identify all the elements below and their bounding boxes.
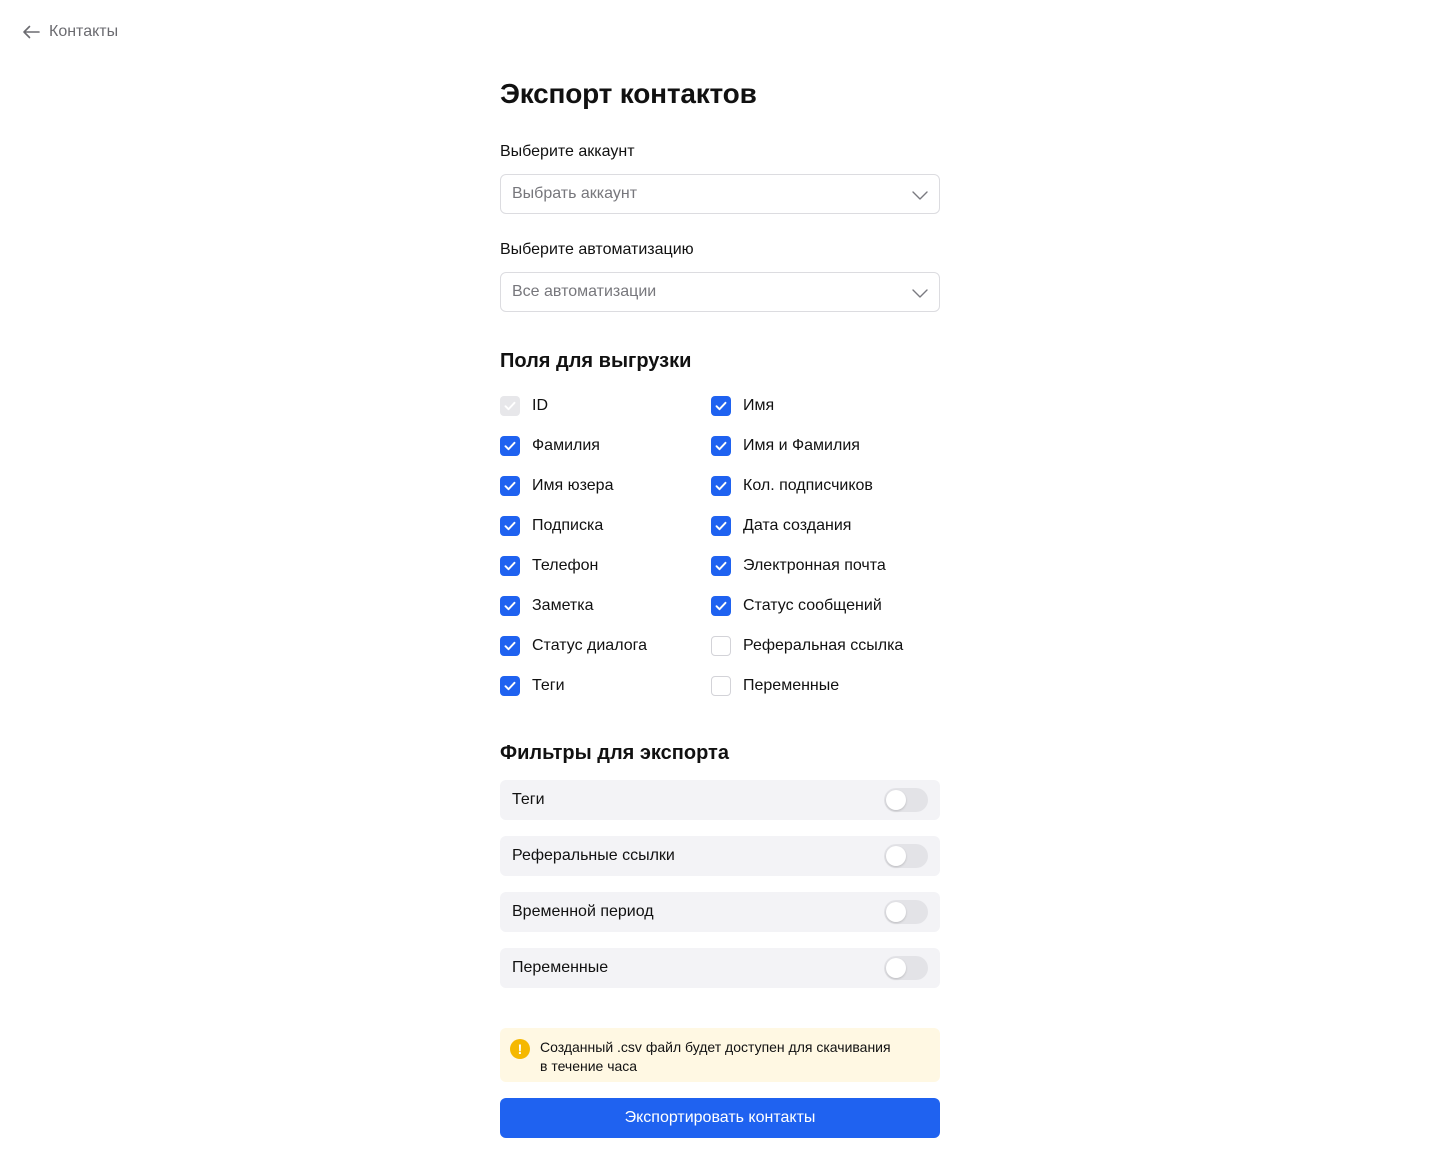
field-checkbox-item[interactable]: Дата создания [711, 516, 851, 536]
field-checkbox-label: Заметка [532, 597, 594, 614]
field-checkbox-label: Фамилия [532, 437, 600, 454]
field-checkbox-item[interactable]: Заметка [500, 596, 594, 616]
field-checkbox-label: Имя [743, 397, 775, 414]
checkbox-checked[interactable] [711, 436, 731, 456]
csv-availability-notice: ! Созданный .csv файл будет доступен для… [500, 1028, 940, 1082]
field-checkbox-label: Переменные [743, 677, 840, 694]
checkmark-icon [503, 599, 517, 613]
checkbox-checked[interactable] [711, 476, 731, 496]
field-checkbox-label: Электронная почта [743, 557, 886, 574]
filter-toggle[interactable] [884, 956, 928, 980]
arrow-left-icon [22, 25, 40, 39]
back-link-label: Контакты [49, 23, 119, 40]
filters-section-title: Фильтры для экспорта [500, 742, 729, 764]
field-checkbox-item[interactable]: Подписка [500, 516, 603, 536]
checkmark-icon [503, 439, 517, 453]
checkmark-icon [503, 519, 517, 533]
filter-toggle[interactable] [884, 900, 928, 924]
checkbox-checked[interactable] [500, 636, 520, 656]
checkmark-icon [714, 399, 728, 413]
filter-toggle[interactable] [884, 844, 928, 868]
checkbox-checked[interactable] [500, 476, 520, 496]
field-checkbox-label: Статус диалога [532, 637, 647, 654]
checkmark-icon [503, 639, 517, 653]
checkmark-icon [503, 479, 517, 493]
field-checkbox-item[interactable]: Имя [711, 396, 774, 416]
account-label: Выберите аккаунт [500, 143, 635, 160]
checkbox-checked[interactable] [500, 676, 520, 696]
filter-toggle[interactable] [884, 788, 928, 812]
field-checkbox-item[interactable]: Электронная почта [711, 556, 886, 576]
field-checkbox-label: Теги [532, 677, 565, 694]
account-select[interactable]: Выбрать аккаунт [500, 174, 940, 214]
checkmark-icon [503, 679, 517, 693]
checkbox-checked[interactable] [711, 596, 731, 616]
toggle-knob [886, 958, 906, 978]
notice-text: Созданный .csv файл будет доступен для с… [540, 1039, 891, 1074]
page-title: Экспорт контактов [500, 78, 757, 109]
filter-label: Реферальные ссылки [512, 847, 675, 864]
field-checkbox-item[interactable]: Теги [500, 676, 565, 696]
checkmark-icon [503, 399, 517, 413]
field-checkbox-item[interactable]: Кол. подписчиков [711, 476, 873, 496]
field-checkbox-label: Имя и Фамилия [743, 437, 860, 454]
checkbox-checked[interactable] [711, 556, 731, 576]
field-checkbox-label: ID [532, 397, 548, 414]
back-link[interactable]: Контакты [22, 21, 118, 43]
field-checkbox-item[interactable]: Статус диалога [500, 636, 647, 656]
filter-row: Теги [500, 780, 940, 820]
checkbox-checked[interactable] [500, 436, 520, 456]
toggle-knob [886, 902, 906, 922]
checkbox[interactable] [711, 676, 731, 696]
field-checkbox-label: Имя юзера [532, 477, 614, 494]
field-checkbox-item[interactable]: Имя юзера [500, 476, 613, 496]
field-checkbox-label: Статус сообщений [743, 597, 882, 614]
checkbox-checked[interactable] [500, 516, 520, 536]
filter-row: Реферальные ссылки [500, 836, 940, 876]
filter-row: Переменные [500, 948, 940, 988]
fields-section-title: Поля для выгрузки [500, 350, 692, 372]
field-checkbox-label: Кол. подписчиков [743, 477, 873, 494]
field-checkbox-label: Реферальная ссылка [743, 637, 904, 654]
chevron-down-icon [912, 187, 928, 208]
field-checkbox-item[interactable]: Статус сообщений [711, 596, 882, 616]
export-contacts-button[interactable]: Экспортировать контакты [500, 1098, 940, 1138]
checkbox-checked[interactable] [500, 556, 520, 576]
automation-select[interactable]: Все автоматизации [500, 272, 940, 312]
account-select-value: Выбрать аккаунт [512, 185, 638, 202]
filter-label: Временной период [512, 903, 654, 920]
filter-label: Теги [512, 791, 545, 808]
checkmark-icon [714, 439, 728, 453]
checkbox-checked[interactable] [711, 396, 731, 416]
exclamation-icon: ! [510, 1039, 530, 1059]
automation-label: Выберите автоматизацию [500, 241, 694, 258]
checkmark-icon [714, 479, 728, 493]
checkmark-icon [503, 559, 517, 573]
toggle-knob [886, 846, 906, 866]
toggle-knob [886, 790, 906, 810]
field-checkbox-item[interactable]: Реферальная ссылка [711, 636, 903, 656]
checkbox-checked [500, 396, 520, 416]
filter-label: Переменные [512, 959, 609, 976]
field-checkbox-label: Дата создания [743, 517, 852, 534]
checkmark-icon [714, 559, 728, 573]
checkmark-icon [714, 519, 728, 533]
automation-select-value: Все автоматизации [512, 283, 657, 300]
field-checkbox-label: Подписка [532, 517, 604, 534]
filter-row: Временной период [500, 892, 940, 932]
field-checkbox-item: ID [500, 396, 548, 416]
checkbox-checked[interactable] [711, 516, 731, 536]
chevron-down-icon [912, 285, 928, 306]
checkbox[interactable] [711, 636, 731, 656]
field-checkbox-item[interactable]: Фамилия [500, 436, 600, 456]
checkbox-checked[interactable] [500, 596, 520, 616]
checkmark-icon [714, 599, 728, 613]
field-checkbox-label: Телефон [532, 557, 599, 574]
field-checkbox-item[interactable]: Переменные [711, 676, 839, 696]
field-checkbox-item[interactable]: Телефон [500, 556, 598, 576]
field-checkbox-item[interactable]: Имя и Фамилия [711, 436, 860, 456]
